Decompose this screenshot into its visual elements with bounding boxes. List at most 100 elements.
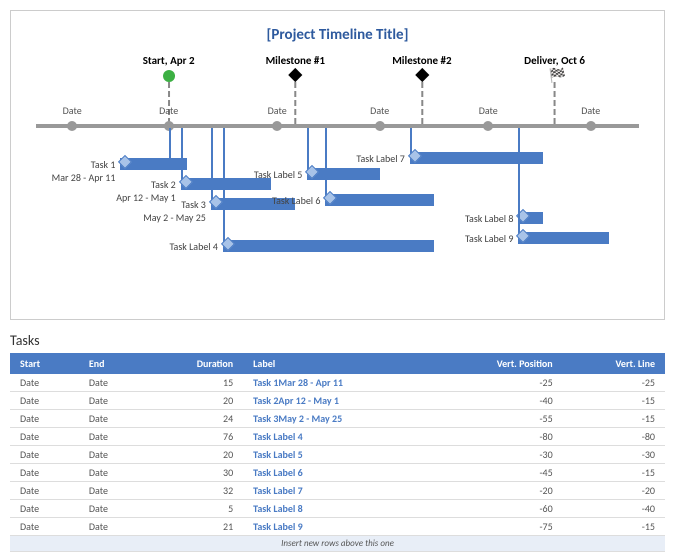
table-cell: Task Label 5 [243, 446, 432, 464]
milestone: Start, Apr 2 [143, 54, 195, 82]
task-connector [181, 128, 183, 178]
axis-tick [67, 121, 77, 131]
table-row[interactable]: DateDate24Task 3May 2 - May 25-55-15 [10, 410, 665, 428]
table-cell: Date [10, 464, 79, 482]
table-cell: Date [79, 464, 146, 482]
table-cell: 76 [146, 428, 243, 446]
circle-icon [163, 70, 175, 82]
task-connector [211, 128, 213, 198]
table-row[interactable]: DateDate76Task Label 4-80-80 [10, 428, 665, 446]
table-cell: 5 [146, 500, 243, 518]
table-cell: 20 [146, 392, 243, 410]
table-cell: -15 [563, 392, 665, 410]
task-bar-label: Task Label 6 [272, 194, 320, 207]
task-bar [223, 240, 434, 252]
milestone-label: Deliver, Oct 6 [524, 54, 585, 67]
table-cell: -20 [432, 482, 563, 500]
table-header: Vert. Position [432, 353, 563, 374]
milestone-connector [168, 82, 170, 124]
task-bar-label: Task Label 7 [356, 152, 404, 165]
timeline-axis: DateDateDateDateDateDate [36, 124, 639, 128]
table-row[interactable]: DateDate15Task 1Mar 28 - Apr 11-25-25 [10, 374, 665, 392]
table-row[interactable]: DateDate20Task Label 5-30-30 [10, 446, 665, 464]
table-cell: Date [79, 446, 146, 464]
table-header: Start [10, 353, 79, 374]
table-cell: -20 [563, 482, 665, 500]
table-cell: Date [79, 518, 146, 536]
table-cell: -45 [432, 464, 563, 482]
table-row[interactable]: DateDate30Task Label 6-45-15 [10, 464, 665, 482]
task-bar [307, 168, 379, 180]
table-cell: -15 [563, 518, 665, 536]
task-bar-label: Task Label 9 [465, 232, 513, 245]
task-connector [325, 128, 327, 194]
table-row[interactable]: DateDate32Task Label 7-20-20 [10, 482, 665, 500]
timeline-chart: [Project Timeline Title] Start, Apr 2 Mil… [10, 10, 665, 320]
table-cell: 20 [146, 446, 243, 464]
timeline-area: Start, Apr 2 Milestone #1 Milestone #2 Deli… [36, 54, 639, 314]
tasks-heading: Tasks [10, 332, 665, 349]
table-cell: Date [10, 392, 79, 410]
tasks-section: Tasks StartEndDurationLabelVert. Positio… [10, 332, 665, 552]
milestone: Milestone #1 [266, 54, 325, 80]
table-cell: Date [79, 410, 146, 428]
task-bar [325, 194, 434, 206]
diamond-icon [415, 68, 429, 82]
table-row[interactable]: DateDate20Task 2Apr 12 - May 1-40-15 [10, 392, 665, 410]
axis-tick [586, 121, 596, 131]
table-cell: 15 [146, 374, 243, 392]
axis-tick-label: Date [63, 104, 82, 117]
task-bar-label: Task 3May 2 - May 25 [143, 198, 206, 224]
task-bar [518, 232, 608, 244]
table-cell: Task Label 9 [243, 518, 432, 536]
table-cell: -30 [563, 446, 665, 464]
diamond-icon [288, 68, 302, 82]
table-cell: 32 [146, 482, 243, 500]
table-cell: Task Label 7 [243, 482, 432, 500]
table-cell: Task 3May 2 - May 25 [243, 410, 432, 428]
table-cell: Date [79, 374, 146, 392]
table-row[interactable]: DateDate21Task Label 9-75-15 [10, 518, 665, 536]
table-cell: Task 2Apr 12 - May 1 [243, 392, 432, 410]
table-header: Label [243, 353, 432, 374]
table-cell: Date [10, 482, 79, 500]
table-cell: Date [10, 518, 79, 536]
table-header: Vert. Line [563, 353, 665, 374]
table-cell: Date [79, 500, 146, 518]
table-cell: -80 [563, 428, 665, 446]
table-header: End [79, 353, 146, 374]
task-bar-label: Task 1Mar 28 - Apr 11 [52, 158, 116, 184]
task-bar-label: Task Label 5 [254, 168, 302, 181]
insert-row-hint[interactable]: Insert new rows above this one [10, 536, 665, 552]
table-cell: -55 [432, 410, 563, 428]
table-row[interactable]: DateDate5Task Label 8-60-40 [10, 500, 665, 518]
axis-tick-label: Date [581, 104, 600, 117]
axis-tick-label: Date [370, 104, 389, 117]
table-cell: Date [10, 428, 79, 446]
task-bar-label: Task Label 8 [465, 212, 513, 225]
axis-tick-label: Date [159, 104, 178, 117]
table-cell: Date [10, 374, 79, 392]
table-cell: 24 [146, 410, 243, 428]
table-cell: Task Label 4 [243, 428, 432, 446]
table-cell: Date [79, 392, 146, 410]
table-cell: Date [10, 500, 79, 518]
table-cell: -60 [432, 500, 563, 518]
milestone-label: Start, Apr 2 [143, 54, 195, 67]
task-bar [410, 152, 543, 164]
table-cell: -40 [432, 392, 563, 410]
tasks-table: StartEndDurationLabelVert. PositionVert.… [10, 353, 665, 552]
table-cell: Date [79, 482, 146, 500]
table-cell: -80 [432, 428, 563, 446]
table-cell: -25 [563, 374, 665, 392]
milestone: Milestone #2 [392, 54, 451, 80]
table-cell: -15 [563, 464, 665, 482]
milestone: Deliver, Oct 6🏁 [524, 54, 585, 82]
axis-tick-label: Date [268, 104, 287, 117]
chart-title: [Project Timeline Title] [36, 26, 639, 44]
task-connector [169, 128, 171, 158]
axis-tick [272, 121, 282, 131]
axis-tick [375, 121, 385, 131]
table-cell: Date [10, 446, 79, 464]
table-cell: Date [10, 410, 79, 428]
